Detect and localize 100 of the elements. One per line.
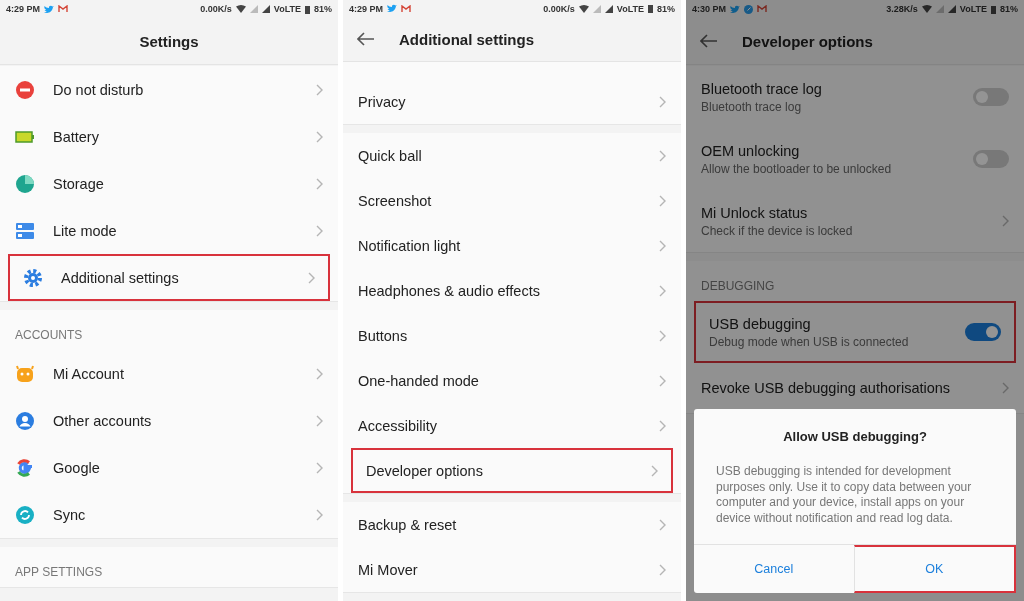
settings-row[interactable]: Google — [0, 444, 338, 491]
letter-g-icon — [15, 457, 35, 478]
battery-icon — [305, 4, 310, 14]
settings-row[interactable]: Quick ball — [343, 133, 681, 178]
row-title: Do not disturb — [53, 81, 145, 98]
chevron-right-icon — [659, 239, 666, 252]
row-title: Google — [53, 459, 101, 476]
chevron-right-icon — [316, 177, 323, 190]
chevron-right-icon — [659, 419, 666, 432]
row-title: Additional settings — [61, 269, 180, 286]
chevron-right-icon — [316, 83, 323, 96]
network-text: VoLTE — [273, 4, 301, 14]
settings-row[interactable]: Accessibility — [343, 403, 681, 448]
chevron-right-icon — [659, 95, 666, 108]
chevron-right-icon — [659, 149, 666, 162]
blocks-icon — [15, 220, 35, 241]
chevron-right-icon — [316, 414, 323, 427]
row-title: Other accounts — [53, 412, 153, 429]
settings-row[interactable]: One-handed mode — [343, 358, 681, 403]
speed-text: 0.00K/s — [543, 3, 575, 14]
face-icon — [15, 363, 35, 384]
chevron-right-icon — [316, 461, 323, 474]
row-title: One-handed mode — [358, 372, 480, 389]
mail-icon — [401, 4, 411, 13]
user-circle-icon — [15, 410, 35, 431]
row-title: Developer options — [366, 462, 484, 479]
bird-icon — [730, 4, 740, 14]
row-title: Headphones & audio effects — [358, 282, 541, 299]
settings-row[interactable]: Mi Mover — [343, 547, 681, 592]
network-text: VoLTE — [616, 3, 644, 14]
chevron-right-icon — [659, 194, 666, 207]
row-subtitle: Bluetooth trace log — [701, 99, 803, 114]
dialog-title: Allow USB debugging? — [782, 428, 928, 446]
settings-row[interactable]: Screenshot — [343, 178, 681, 223]
battery-text: 81% — [657, 3, 675, 14]
settings-row[interactable]: Developer options — [351, 448, 673, 493]
speed-text: 3.28K/s — [886, 4, 918, 14]
row-subtitle: Debug mode when USB is connected — [709, 334, 910, 349]
back-button[interactable] — [357, 32, 375, 46]
row-title: Mi Unlock status — [701, 204, 809, 221]
mail-icon — [757, 5, 767, 13]
settings-row[interactable]: Notification light — [343, 223, 681, 268]
settings-row[interactable]: Buttons — [343, 313, 681, 358]
settings-row[interactable]: Mi Account — [0, 350, 338, 397]
row-title: Bluetooth trace log — [701, 80, 823, 97]
row-title: Battery — [53, 128, 100, 145]
row-title: Screenshot — [358, 192, 433, 209]
battery-text: 81% — [314, 4, 332, 14]
settings-row[interactable]: Storage — [0, 160, 338, 207]
settings-row[interactable]: USB debugging Debug mode when USB is connected — [694, 301, 1016, 363]
battery-icon — [648, 4, 653, 14]
back-button[interactable] — [700, 34, 718, 48]
chevron-right-icon — [659, 284, 666, 297]
network-text: VoLTE — [959, 4, 987, 14]
battery-text: 81% — [1000, 4, 1018, 14]
row-subtitle: Allow the bootloader to be unlocked — [701, 161, 893, 176]
chevron-right-icon — [659, 329, 666, 342]
section-header: DEBUGGING — [700, 278, 776, 295]
toggle-switch[interactable] — [965, 323, 1001, 341]
chevron-right-icon — [659, 518, 666, 531]
settings-row[interactable]: Sync — [0, 491, 338, 538]
settings-row[interactable]: Do not disturb — [0, 66, 338, 113]
wifi-icon — [921, 5, 932, 13]
settings-row[interactable]: OEM unlocking Allow the bootloader to be unlocked — [686, 128, 1024, 190]
screen-title: Settings — [139, 32, 199, 50]
chevron-right-icon — [308, 271, 315, 284]
bird-icon — [44, 4, 54, 14]
settings-row[interactable]: Backup & reset — [343, 502, 681, 547]
row-title: Quick ball — [358, 147, 423, 164]
settings-row[interactable]: Headphones & audio effects — [343, 268, 681, 313]
row-title: OEM unlocking — [701, 142, 801, 159]
settings-row[interactable]: Lite mode — [0, 207, 338, 254]
settings-row[interactable]: Other accounts — [0, 397, 338, 444]
settings-row[interactable]: Mi Unlock status Check if the device is locked — [686, 190, 1024, 252]
battery-icon — [991, 4, 996, 14]
row-title: Privacy — [358, 93, 407, 110]
dialog-button[interactable]: OK — [853, 545, 1016, 593]
row-title: Lite mode — [53, 222, 118, 239]
settings-row[interactable]: Revoke USB debugging authorisations — [686, 363, 1024, 413]
settings-row[interactable]: Additional settings — [8, 254, 330, 301]
toggle-switch[interactable] — [973, 150, 1009, 168]
settings-row[interactable]: Battery — [0, 113, 338, 160]
row-title: Accessibility — [358, 417, 438, 434]
toggle-switch[interactable] — [973, 88, 1009, 106]
row-title: Sync — [53, 506, 87, 523]
settings-row[interactable]: Bluetooth trace log Bluetooth trace log — [686, 66, 1024, 128]
pie-chart-icon — [15, 173, 35, 194]
chevron-right-icon — [1002, 215, 1009, 227]
wifi-icon — [235, 5, 246, 13]
mail-icon — [58, 5, 68, 13]
row-title: Backup & reset — [358, 516, 458, 533]
clock-text: 4:30 PM — [692, 4, 726, 14]
speed-text: 0.00K/s — [200, 4, 232, 14]
section-header: APP SETTINGS — [14, 564, 104, 581]
section-header: ACCOUNTS — [14, 327, 84, 344]
chevron-right-icon — [316, 130, 323, 143]
settings-row[interactable]: Privacy — [343, 79, 681, 124]
sync-icon — [15, 504, 35, 525]
row-title: Buttons — [358, 327, 409, 344]
dialog-button[interactable]: Cancel — [694, 545, 854, 593]
